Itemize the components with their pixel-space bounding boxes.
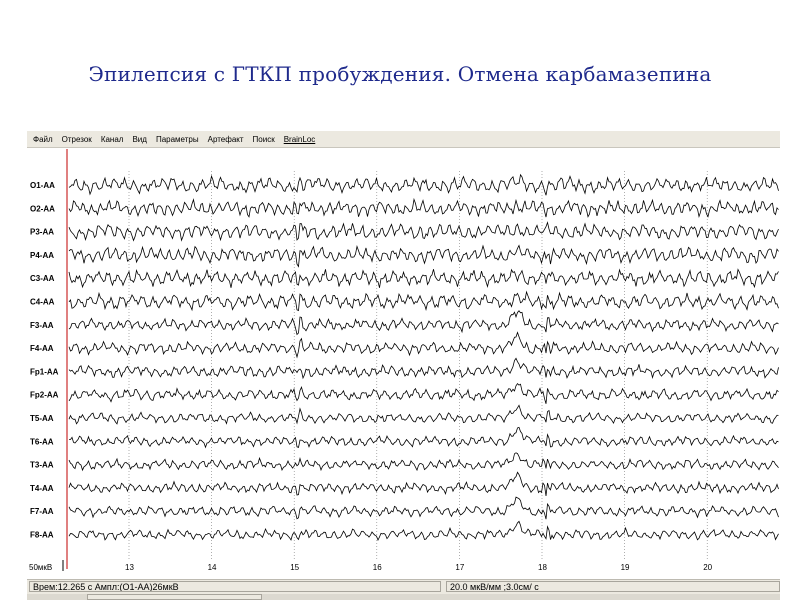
scroll-thumb[interactable] bbox=[87, 594, 262, 600]
menu-parameters[interactable]: Параметры bbox=[156, 135, 199, 144]
eeg-trace bbox=[68, 357, 779, 380]
channel-label: C3-AA bbox=[30, 274, 55, 283]
slide-title: Эпилепсия с ГТКП пробуждения. Отмена кар… bbox=[88, 62, 712, 86]
eeg-trace bbox=[68, 382, 779, 404]
channel-label: O2-AA bbox=[30, 204, 55, 213]
eeg-trace bbox=[68, 197, 779, 219]
time-tick-label: 19 bbox=[621, 563, 630, 572]
eeg-trace bbox=[68, 268, 779, 289]
channel-label: P3-AA bbox=[30, 228, 54, 237]
eeg-trace bbox=[68, 290, 779, 312]
eeg-trace bbox=[68, 310, 779, 336]
channel-label: F4-AA bbox=[30, 344, 54, 353]
menu-brainloc[interactable]: BrainLoc bbox=[284, 135, 316, 144]
channel-label: T6-AA bbox=[30, 437, 54, 446]
time-tick-label: 20 bbox=[703, 563, 712, 572]
channel-label: P4-AA bbox=[30, 251, 54, 260]
eeg-trace bbox=[68, 520, 779, 541]
menu-view[interactable]: Вид bbox=[132, 135, 146, 144]
channel-label: T3-AA bbox=[30, 461, 54, 470]
menu-file[interactable]: Файл bbox=[33, 135, 53, 144]
channel-label: C4-AA bbox=[30, 298, 55, 307]
eeg-trace bbox=[68, 426, 779, 449]
channel-label: T4-AA bbox=[30, 484, 54, 493]
menu-bar: Файл Отрезок Канал Вид Параметры Артефак… bbox=[27, 131, 780, 148]
eeg-trace bbox=[68, 404, 779, 425]
time-tick-label: 17 bbox=[455, 563, 464, 572]
status-scale: 20.0 мкВ/мм ;3.0см/ с bbox=[446, 581, 780, 592]
menu-channel[interactable]: Канал bbox=[101, 135, 124, 144]
eeg-trace bbox=[68, 221, 779, 242]
status-bar: Врем:12.265 с Ампл:(O1-AA)26мкВ 20.0 мкВ… bbox=[27, 579, 780, 594]
eeg-trace bbox=[68, 331, 779, 359]
time-tick-label: 15 bbox=[290, 563, 299, 572]
eeg-trace bbox=[68, 244, 779, 268]
time-tick-label: 14 bbox=[208, 563, 217, 572]
channel-label: F7-AA bbox=[30, 507, 54, 516]
eeg-trace bbox=[68, 452, 779, 472]
time-tick-label: 16 bbox=[373, 563, 382, 572]
time-tick-label: 13 bbox=[125, 563, 134, 572]
menu-segment[interactable]: Отрезок bbox=[62, 135, 92, 144]
horizontal-scrollbar[interactable] bbox=[27, 594, 780, 600]
channel-label: O1-AA bbox=[30, 181, 55, 190]
calibration-label: 50мкВ bbox=[29, 563, 52, 572]
menu-search[interactable]: Поиск bbox=[253, 135, 275, 144]
eeg-trace bbox=[68, 471, 779, 497]
menu-artifact[interactable]: Артефакт bbox=[208, 135, 244, 144]
channel-label: F3-AA bbox=[30, 321, 54, 330]
channel-label: Fp2-AA bbox=[30, 391, 59, 400]
eeg-trace bbox=[68, 496, 779, 520]
time-tick-label: 18 bbox=[538, 563, 547, 572]
status-time-amplitude: Врем:12.265 с Ампл:(O1-AA)26мкВ bbox=[29, 581, 441, 592]
channel-label: Fp1-AA bbox=[30, 367, 59, 376]
eeg-trace-area[interactable]: O1-AA O2-AA P3-AA P4-AA C3-AA C4-AA F3-AA F4-AA… bbox=[27, 149, 780, 580]
eeg-trace bbox=[68, 173, 779, 196]
channel-label: F8-AA bbox=[30, 531, 54, 540]
eeg-viewer-window: Файл Отрезок Канал Вид Параметры Артефак… bbox=[27, 131, 780, 600]
channel-label: T5-AA bbox=[30, 414, 54, 423]
